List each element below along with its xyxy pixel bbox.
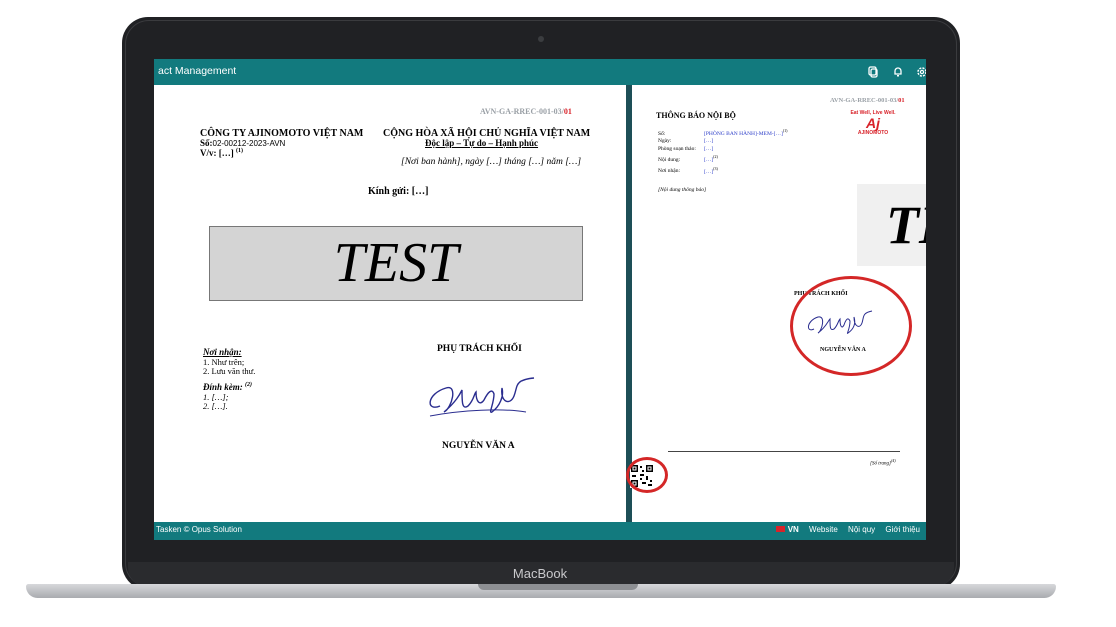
doc-subject-text: V/v: […] xyxy=(200,148,234,158)
doc-code: AVN-GA-RREC-001-03/01 xyxy=(830,97,905,104)
app-title: act Management xyxy=(158,65,237,77)
doc-code-suffix: 01 xyxy=(563,107,572,116)
content-placeholder: [Nội dung thông báo] xyxy=(658,187,707,193)
field-value: […] xyxy=(704,157,714,164)
ajinomoto-logo: Eat Well, Live Well. Aj AJINOMOTO xyxy=(843,110,903,136)
page-number: [Số trang](4) xyxy=(870,458,896,467)
notice-fields: Số: [PHÒNG BAN HÀNH]-MEM-[…](1) Ngày: […] … xyxy=(658,127,788,176)
notice-heading: THÔNG BÁO NỘI BỘ xyxy=(656,111,736,120)
attachment-item: 2. […]. xyxy=(203,401,228,411)
field-label: Nội dung: xyxy=(658,157,681,164)
signer-name: NGUYỄN VĂN A xyxy=(442,441,515,451)
field-label: Phòng soạn thảo: xyxy=(658,145,696,152)
field-label: Ngày: xyxy=(658,138,672,145)
field-value: […] xyxy=(704,145,714,152)
language-selector[interactable]: VN xyxy=(775,525,799,534)
recipient-item: 2. Lưu văn thư. xyxy=(203,366,256,376)
doc-code-suffix: 01 xyxy=(898,97,905,104)
signature-icon xyxy=(429,377,535,417)
vietnam-flag-icon xyxy=(775,526,785,532)
app-footer: Tasken © Opus Solution VN Website Nội qu… xyxy=(154,522,926,540)
laptop-notch xyxy=(478,584,638,590)
app-header: act Management xyxy=(154,59,926,85)
doc-code: AVN-GA-RREC-001-03/01 xyxy=(480,107,572,116)
signature-highlight-circle xyxy=(790,276,912,376)
attachments-label: Đính kèm: (2) xyxy=(203,382,252,392)
footer-link-about[interactable]: Giới thiệu xyxy=(885,525,920,534)
field-sup: (3) xyxy=(713,165,718,171)
language-label: VN xyxy=(787,525,799,534)
qr-highlight-circle xyxy=(626,457,668,493)
screen: act Management AVN-GA-RREC-001-03/01 CÔN… xyxy=(154,59,926,540)
place-date: [Nơi ban hành], ngày […] tháng […] năm [… xyxy=(401,157,582,167)
page-number-text: [Số trang] xyxy=(870,461,891,467)
signer-title: PHỤ TRÁCH KHỐI xyxy=(437,344,522,354)
laptop-brand: MacBook xyxy=(512,566,568,581)
field-row: Nơi nhận: […](3) xyxy=(658,165,788,176)
footer-links: VN Website Nội quy Giới thiệu xyxy=(775,525,920,534)
test-watermark-box: TEST xyxy=(209,226,583,301)
greeting: Kính gửi: […] xyxy=(368,186,429,197)
doc-number: Số:02-00212-2023-AVN xyxy=(200,138,285,148)
field-row: Phòng soạn thảo: […] xyxy=(658,146,788,154)
doc-number-label: Số: xyxy=(200,138,213,148)
doc-subject: V/v: […] (1) xyxy=(200,148,243,158)
field-row: Nội dung: […](2) xyxy=(658,153,788,164)
test-watermark-box: TEST xyxy=(857,184,926,266)
field-value: [PHÒNG BAN HÀNH]-MEM-[…] xyxy=(704,130,783,137)
doc-code-prefix: AVN-GA-RREC-001-03/ xyxy=(830,97,899,104)
field-value: […] xyxy=(704,168,714,175)
field-row: Ngày: […] xyxy=(658,138,788,146)
recipients-label: Nơi nhận: xyxy=(203,347,242,357)
logo-brand: AJINOMOTO xyxy=(857,130,889,136)
field-row: Số: [PHÒNG BAN HÀNH]-MEM-[…](1) xyxy=(658,127,788,138)
doc-code-prefix: AVN-GA-RREC-001-03/ xyxy=(480,107,564,116)
doc-subject-sup: (1) xyxy=(236,148,243,154)
bell-icon[interactable] xyxy=(892,66,904,78)
document-page-right: AVN-GA-RREC-001-03/01 THÔNG BÁO NỘI BỘ E… xyxy=(632,85,926,522)
doc-number-value: 02-00212-2023-AVN xyxy=(212,139,286,148)
field-label: Số: xyxy=(658,130,666,137)
page-number-sup: (4) xyxy=(890,458,896,463)
attachments-sup: (2) xyxy=(245,382,253,388)
field-sup: (1) xyxy=(782,128,788,133)
footer-link-website[interactable]: Website xyxy=(809,525,838,534)
field-value: […] xyxy=(704,138,714,145)
field-label: Nơi nhận: xyxy=(658,168,681,175)
footer-link-rules[interactable]: Nội quy xyxy=(848,525,875,534)
laptop-mockup: act Management AVN-GA-RREC-001-03/01 CÔN… xyxy=(0,0,1116,627)
logo-mark-icon: Aj xyxy=(866,115,880,131)
motto: Độc lập – Tự do – Hạnh phúc xyxy=(425,138,539,148)
attachments-label-text: Đính kèm: xyxy=(203,382,243,392)
test-watermark: TEST xyxy=(885,195,926,255)
copy-icon[interactable] xyxy=(867,66,879,78)
field-sup: (2) xyxy=(713,154,718,160)
camera-icon xyxy=(538,36,544,42)
footer-line xyxy=(668,451,900,452)
footer-credit: Tasken © Opus Solution xyxy=(156,525,242,534)
gear-icon[interactable] xyxy=(916,66,926,78)
test-watermark: TEST xyxy=(333,232,459,294)
document-page-left: AVN-GA-RREC-001-03/01 CÔNG TY AJINOMOTO … xyxy=(154,85,626,522)
